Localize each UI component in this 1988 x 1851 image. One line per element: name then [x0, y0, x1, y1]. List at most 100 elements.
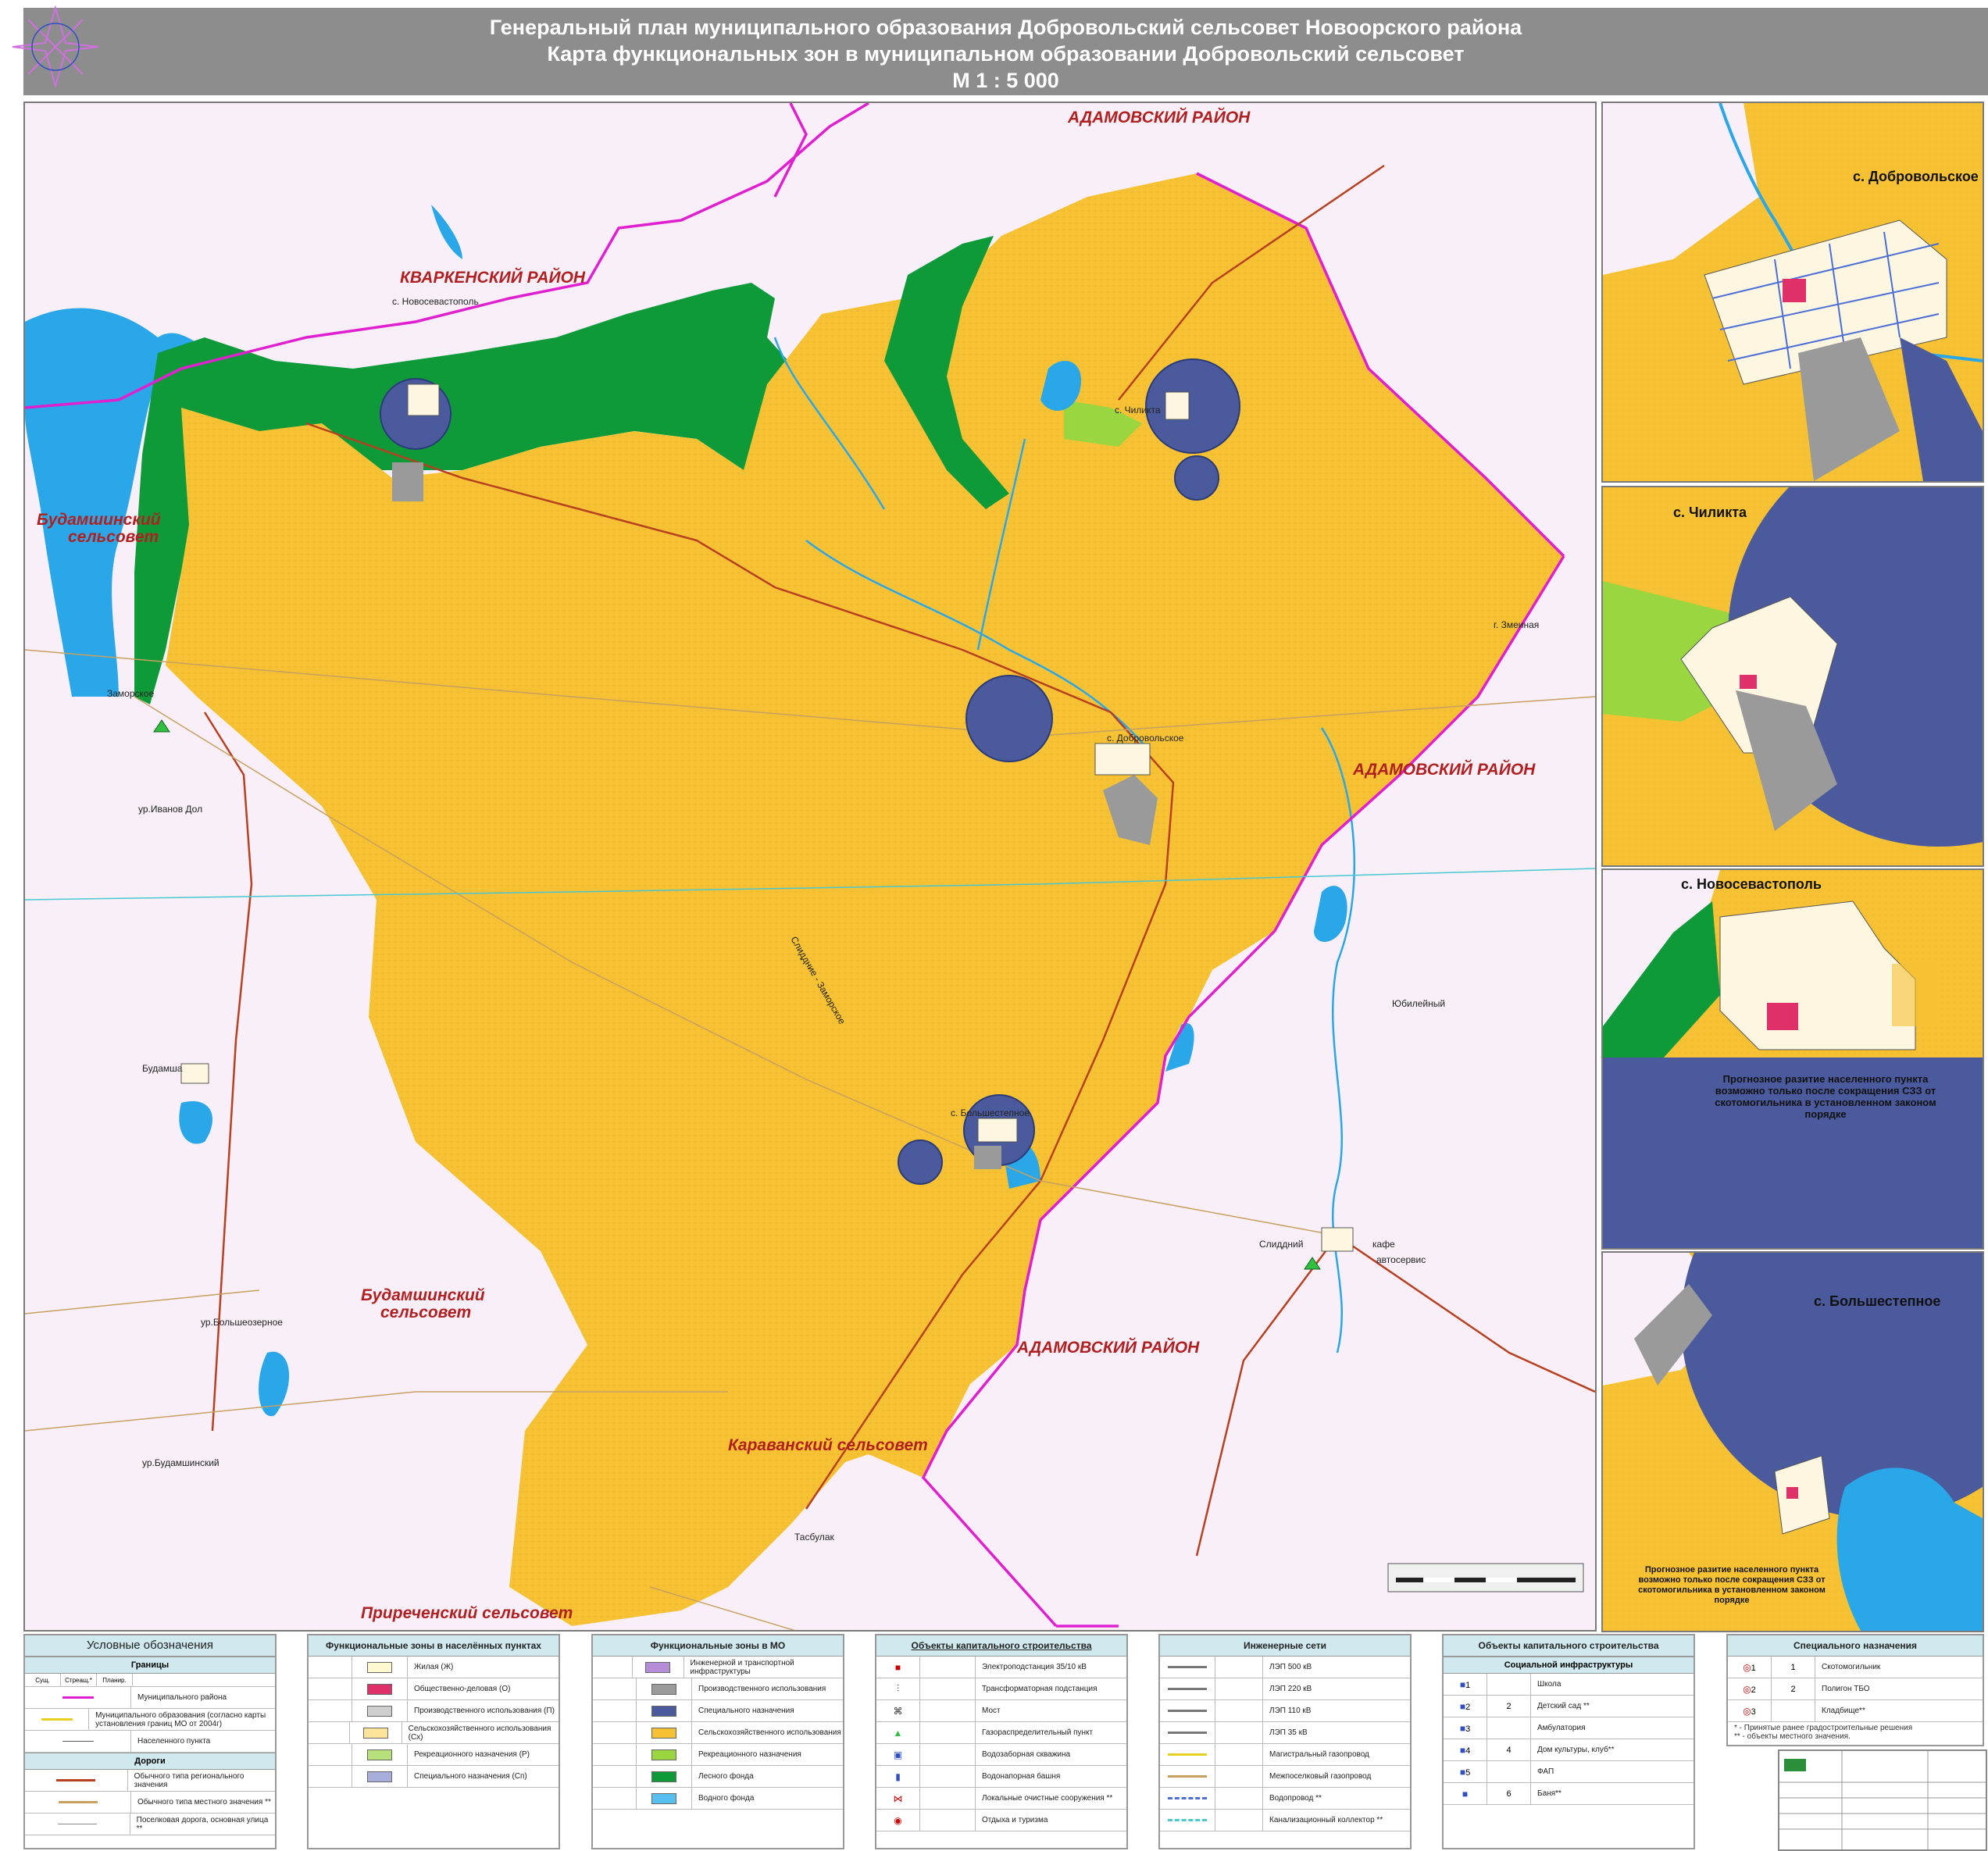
- legend-social-num-plan: 6: [1506, 1789, 1512, 1799]
- legend-zone-settlement-label: Специального назначения (Сп): [414, 1772, 527, 1781]
- header-scale: М 1 : 5 000: [952, 69, 1059, 92]
- legend-row: ЛЭП 500 кВ: [1160, 1657, 1410, 1678]
- inset-dobrovolskoe[interactable]: с. Добровольское: [1601, 102, 1984, 483]
- legend-cell: ◎2: [1728, 1678, 1772, 1699]
- legend-engineering-label: ЛЭП 500 кВ: [1269, 1663, 1312, 1671]
- legend-row: Специального назначения (Сп): [309, 1766, 559, 1788]
- inset-chilikta[interactable]: с. Чиликта: [1601, 486, 1984, 867]
- legend-engineering-label: ЛЭП 110 кВ: [1269, 1707, 1312, 1715]
- legend-zone-swatch: [651, 1749, 676, 1760]
- legend-row: ■ Электроподстанция 35/10 кВ: [876, 1657, 1126, 1678]
- label-budamsh-top-2: сельсовет: [68, 528, 159, 546]
- legend-cell: [637, 1678, 692, 1699]
- inset-novosevastopol[interactable]: с. Новосевастополь Прогнозное разитие на…: [1601, 868, 1984, 1250]
- legend-main-title: Условные обозначения: [25, 1635, 275, 1657]
- inset-4-title: с. Большестепное: [1814, 1293, 1940, 1309]
- legend-cell: [920, 1766, 976, 1787]
- legend-zone-swatch: [367, 1705, 392, 1717]
- bridge-icon: ⌘: [893, 1705, 903, 1717]
- legend-cell: [1160, 1678, 1215, 1699]
- legend-col-plan: Планир.: [97, 1674, 133, 1686]
- place-chilikta: с. Чиликта: [1115, 405, 1161, 415]
- legend-zone-settlement-label: Общественно-деловая (О): [414, 1685, 511, 1693]
- legend-network-line: [1168, 1688, 1207, 1690]
- inset-2-canvas: с. Чиликта: [1603, 487, 1983, 865]
- substation-icon: ■: [894, 1661, 901, 1673]
- legend-roads-title: Дороги: [25, 1753, 275, 1770]
- legend-row: ⌘ Мост: [876, 1700, 1126, 1722]
- legend-row: ◎1 1 Скотомогильник: [1728, 1657, 1983, 1678]
- map-header: Генеральный план муниципального образова…: [23, 8, 1988, 95]
- title-block-stamp: [1778, 1749, 1987, 1851]
- legend-capital-label: Отдыха и туризма: [982, 1816, 1048, 1824]
- legend-capital-label: Электроподстанция 35/10 кВ: [982, 1663, 1087, 1671]
- legend-row: ■3 Амбулатория: [1444, 1717, 1694, 1739]
- legend-col-existing: Сущ.: [25, 1674, 61, 1686]
- inset-1-title: с. Добровольское: [1853, 169, 1979, 184]
- legend-row: Канализационный коллектор **: [1160, 1810, 1410, 1831]
- legend-zone-swatch: [367, 1661, 392, 1673]
- legend-capital-label: Трансформаторная подстанция: [982, 1685, 1098, 1693]
- place-zamorskoe: Заморское: [107, 688, 155, 699]
- legend-cell: ◉: [876, 1810, 920, 1831]
- legend-row: Лесного фонда: [593, 1766, 843, 1788]
- legend-zone-swatch: [651, 1792, 676, 1804]
- legend-cell: 2: [1772, 1678, 1815, 1699]
- legend-cell: ■1: [1444, 1674, 1487, 1695]
- legend-special-label: Кладбище**: [1822, 1707, 1865, 1715]
- legend-cell: [309, 1766, 352, 1787]
- legend-social-num: 1: [1465, 1680, 1471, 1690]
- legend-cell: ⫶: [876, 1678, 920, 1699]
- legend-cell: [1160, 1744, 1215, 1765]
- special-object-icon: ◎: [1743, 1705, 1751, 1717]
- social-object-icon: ■: [1459, 1766, 1466, 1778]
- legend-cell: [920, 1700, 976, 1721]
- legend-cell: ■2: [1444, 1696, 1487, 1717]
- legend-row: ▣ Водозаборная скважина: [876, 1744, 1126, 1766]
- legend-cell: [1160, 1788, 1215, 1809]
- legend-cell: [1772, 1700, 1815, 1721]
- header-title-line1: Генеральный план муниципального образова…: [489, 16, 1522, 39]
- inset-bolshestepnoe[interactable]: с. Большестепное Прогнозное разитие насе…: [1601, 1251, 1984, 1632]
- legend-zone-settlement-label: Рекреационного назначения (Р): [414, 1750, 530, 1759]
- place-tasbulak: Тасбулак: [794, 1532, 834, 1542]
- legend-network-line: [1168, 1753, 1207, 1756]
- legend-cell: [1215, 1766, 1263, 1787]
- social-object-icon: ■: [1459, 1744, 1466, 1756]
- label-budamsh-low-2: сельсовет: [380, 1304, 471, 1321]
- legend-cell: [1215, 1788, 1263, 1809]
- inset-1-canvas: с. Добровольское: [1603, 103, 1983, 481]
- legend-cell: [352, 1657, 408, 1678]
- label-adamovsky-low: АДАМОВСКИЙ РАЙОН: [1016, 1338, 1200, 1357]
- legend-capital-label: Газораспределительный пункт: [982, 1728, 1094, 1737]
- legend-engineering-title: Инженерные сети: [1160, 1635, 1410, 1657]
- label-adamovsky-mid: АДАМОВСКИЙ РАЙОН: [1352, 760, 1536, 779]
- water-tower-icon: ▮: [895, 1771, 901, 1782]
- legend-cell: [920, 1722, 976, 1743]
- legend-cell: [593, 1700, 637, 1721]
- legend-engineering: Инженерные сети ЛЭП 500 кВ ЛЭП 220 кВ ЛЭП …: [1158, 1634, 1412, 1849]
- legend-row: Рекреационного назначения: [593, 1744, 843, 1766]
- legend-special-label: Скотомогильник: [1822, 1663, 1881, 1671]
- legend-col-build: Стреащ.*: [61, 1674, 97, 1686]
- legend-social-num-plan: 4: [1506, 1745, 1512, 1755]
- legend-cell: [352, 1678, 408, 1699]
- legend-network-line: [1168, 1797, 1207, 1799]
- legend-capital-label: Локальные очистные сооружения **: [982, 1794, 1113, 1803]
- compass-rose-icon: [12, 5, 99, 89]
- main-map[interactable]: АДАМОВСКИЙ РАЙОН КВАРКЕНСКИЙ РАЙОН АДАМО…: [23, 102, 1597, 1632]
- label-budamsh-low-1: Будамшинский: [361, 1286, 485, 1304]
- legend-social: Объекты капитального строительства Социа…: [1442, 1634, 1695, 1849]
- legend-cell: [1215, 1700, 1263, 1721]
- inset-3-title: с. Новосевастополь: [1681, 876, 1822, 892]
- legend-social-symbol: ■1: [1460, 1679, 1470, 1690]
- legend-cell: [352, 1766, 408, 1787]
- place-avtoservis: автосервис: [1376, 1254, 1426, 1265]
- legend-cell: [1160, 1722, 1215, 1743]
- inset-3-note: Прогнозное разитие населенного пункта во…: [1715, 1073, 1936, 1120]
- legend-social-label: ФАП: [1537, 1767, 1554, 1776]
- legend-cell: ▲: [876, 1722, 920, 1743]
- legend-cell: [1215, 1810, 1263, 1831]
- legend-row: ◎3 Кладбище**: [1728, 1700, 1983, 1722]
- legend-cell: [920, 1810, 976, 1831]
